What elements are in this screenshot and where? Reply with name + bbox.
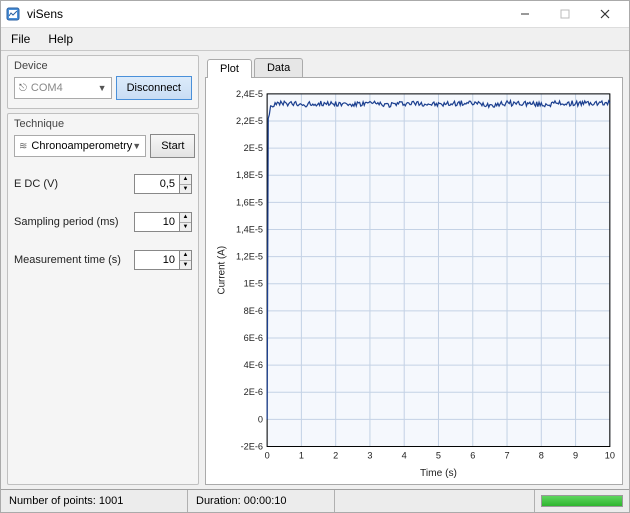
chevron-down-icon: ▼ bbox=[98, 83, 107, 93]
svg-text:-2E-6: -2E-6 bbox=[241, 442, 263, 452]
svg-text:2,4E-5: 2,4E-5 bbox=[236, 89, 263, 99]
device-port-combo[interactable]: ⎋ COM4 ▼ bbox=[14, 77, 112, 99]
plot-container: 012345678910-2E-602E-64E-66E-68E-61E-51,… bbox=[205, 77, 623, 485]
disconnect-button[interactable]: Disconnect bbox=[116, 76, 192, 100]
svg-text:1: 1 bbox=[299, 450, 304, 460]
status-points: Number of points: 1001 bbox=[1, 490, 188, 512]
edc-spinner[interactable]: ▲▼ bbox=[180, 174, 192, 194]
param-edc: E DC (V) 0,5 ▲▼ bbox=[14, 174, 192, 194]
maximize-button[interactable] bbox=[545, 2, 585, 26]
svg-text:2,2E-5: 2,2E-5 bbox=[236, 116, 263, 126]
app-icon bbox=[5, 6, 21, 22]
technique-group: Technique ≋ Chronoamperometry ▼ Start E … bbox=[7, 113, 199, 485]
meastime-input[interactable]: 10 bbox=[134, 250, 180, 270]
technique-value: Chronoamperometry bbox=[31, 140, 132, 152]
param-meastime-label: Measurement time (s) bbox=[14, 254, 121, 266]
svg-text:0: 0 bbox=[258, 414, 263, 424]
svg-text:1E-5: 1E-5 bbox=[244, 279, 263, 289]
progress-fill bbox=[542, 496, 622, 506]
technique-icon: ≋ bbox=[19, 141, 27, 152]
tab-data[interactable]: Data bbox=[254, 58, 303, 77]
meastime-spinner[interactable]: ▲▼ bbox=[180, 250, 192, 270]
device-group-label: Device bbox=[14, 60, 192, 72]
svg-text:2E-5: 2E-5 bbox=[244, 143, 263, 153]
status-spacer bbox=[335, 490, 535, 512]
status-duration: Duration: 00:00:10 bbox=[188, 490, 335, 512]
svg-text:4E-6: 4E-6 bbox=[244, 360, 263, 370]
device-group: Device ⎋ COM4 ▼ Disconnect bbox=[7, 55, 199, 109]
technique-parameters: E DC (V) 0,5 ▲▼ Sampling period (ms) 10 … bbox=[14, 158, 192, 476]
param-sampling: Sampling period (ms) 10 ▲▼ bbox=[14, 212, 192, 232]
status-duration-label: Duration: bbox=[196, 495, 241, 507]
port-icon: ⎋ bbox=[19, 83, 27, 94]
svg-text:5: 5 bbox=[436, 450, 441, 460]
menu-file[interactable]: File bbox=[5, 30, 36, 48]
param-sampling-label: Sampling period (ms) bbox=[14, 216, 119, 228]
svg-text:4: 4 bbox=[402, 450, 407, 460]
svg-text:7: 7 bbox=[504, 450, 509, 460]
device-port-value: COM4 bbox=[31, 82, 63, 94]
param-edc-label: E DC (V) bbox=[14, 178, 58, 190]
technique-combo[interactable]: ≋ Chronoamperometry ▼ bbox=[14, 135, 146, 157]
sampling-input[interactable]: 10 bbox=[134, 212, 180, 232]
window-controls bbox=[505, 2, 625, 26]
minimize-button[interactable] bbox=[505, 2, 545, 26]
svg-text:3: 3 bbox=[367, 450, 372, 460]
svg-text:0: 0 bbox=[265, 450, 270, 460]
technique-group-label: Technique bbox=[14, 118, 192, 130]
svg-text:Current (A): Current (A) bbox=[216, 246, 227, 295]
svg-text:8: 8 bbox=[539, 450, 544, 460]
start-button[interactable]: Start bbox=[150, 134, 195, 158]
svg-text:10: 10 bbox=[605, 450, 615, 460]
svg-text:2E-6: 2E-6 bbox=[244, 387, 263, 397]
param-meastime: Measurement time (s) 10 ▲▼ bbox=[14, 250, 192, 270]
status-points-value: 1001 bbox=[99, 495, 123, 507]
svg-text:2: 2 bbox=[333, 450, 338, 460]
svg-text:1,4E-5: 1,4E-5 bbox=[236, 225, 263, 235]
svg-text:1,2E-5: 1,2E-5 bbox=[236, 252, 263, 262]
svg-text:1,8E-5: 1,8E-5 bbox=[236, 170, 263, 180]
menubar: File Help bbox=[1, 28, 629, 51]
edc-input[interactable]: 0,5 bbox=[134, 174, 180, 194]
plot-chart: 012345678910-2E-602E-64E-66E-68E-61E-51,… bbox=[210, 86, 618, 480]
sampling-spinner[interactable]: ▲▼ bbox=[180, 212, 192, 232]
titlebar: viSens bbox=[1, 1, 629, 28]
window-title: viSens bbox=[27, 7, 505, 21]
progress-bar bbox=[541, 495, 623, 507]
close-button[interactable] bbox=[585, 2, 625, 26]
svg-text:6E-6: 6E-6 bbox=[244, 333, 263, 343]
svg-text:9: 9 bbox=[573, 450, 578, 460]
status-duration-value: 00:00:10 bbox=[244, 495, 287, 507]
svg-text:1,6E-5: 1,6E-5 bbox=[236, 197, 263, 207]
menu-help[interactable]: Help bbox=[42, 30, 79, 48]
status-points-label: Number of points: bbox=[9, 495, 96, 507]
body: Device ⎋ COM4 ▼ Disconnect Technique ≋ C… bbox=[1, 51, 629, 489]
svg-text:6: 6 bbox=[470, 450, 475, 460]
tabs: Plot Data bbox=[205, 55, 623, 77]
svg-text:Time (s): Time (s) bbox=[420, 468, 457, 479]
tab-plot[interactable]: Plot bbox=[207, 59, 252, 78]
right-panel: Plot Data 012345678910-2E-602E-64E-66E-6… bbox=[205, 55, 623, 485]
chevron-down-icon: ▼ bbox=[132, 141, 141, 151]
statusbar: Number of points: 1001 Duration: 00:00:1… bbox=[1, 489, 629, 512]
left-panel: Device ⎋ COM4 ▼ Disconnect Technique ≋ C… bbox=[7, 55, 199, 485]
main-window: viSens File Help Device ⎋ bbox=[0, 0, 630, 513]
svg-text:8E-6: 8E-6 bbox=[244, 306, 263, 316]
